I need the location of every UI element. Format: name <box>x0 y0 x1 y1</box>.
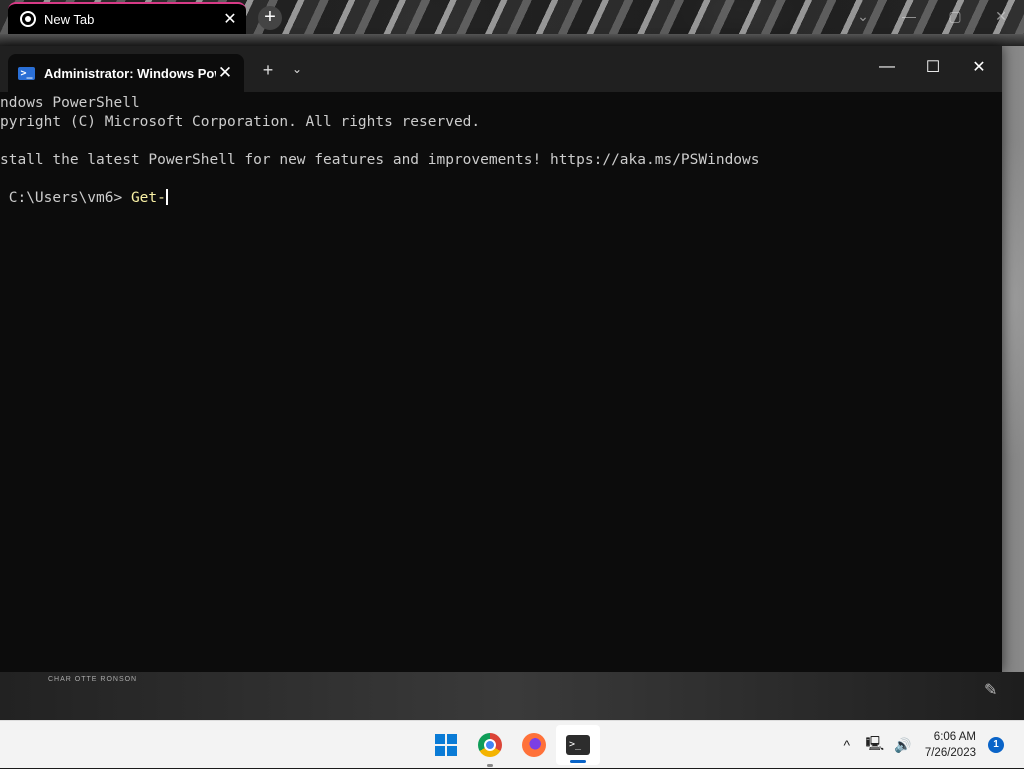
browser-window-controls: ⌄ — ▢ ✕ <box>840 0 1024 32</box>
chrome-icon <box>478 733 502 757</box>
terminal-titlebar[interactable]: >_ Administrator: Windows PowerShell ✕ +… <box>0 46 1002 92</box>
terminal-window-controls: — ☐ ✕ <box>864 46 1002 88</box>
minimize-button[interactable]: — <box>864 46 910 88</box>
taskbar-firefox[interactable] <box>512 721 556 769</box>
terminal-tab-title: Administrator: Windows PowerShell <box>44 65 216 81</box>
running-indicator <box>487 764 493 767</box>
active-indicator <box>570 760 586 763</box>
taskbar-chrome[interactable] <box>468 721 512 769</box>
network-icon[interactable]: 🖳 <box>861 733 889 757</box>
clock[interactable]: 6:06 AM 7/26/2023 <box>925 729 976 761</box>
clock-time: 6:06 AM <box>933 731 976 743</box>
taskbar: >_ ^ 🖳 🔊 6:06 AM 7/26/2023 1 <box>0 720 1024 768</box>
maximize-button[interactable]: ☐ <box>910 46 956 88</box>
taskbar-apps: >_ <box>424 721 600 769</box>
terminal-tab-powershell[interactable]: >_ Administrator: Windows PowerShell ✕ <box>8 54 244 92</box>
command-input[interactable]: Get- <box>131 190 166 206</box>
browser-minimize-button[interactable]: — <box>886 0 932 32</box>
browser-toolbar <box>0 34 1024 46</box>
start-button[interactable] <box>424 721 468 769</box>
system-tray: ^ 🖳 🔊 6:06 AM 7/26/2023 1 <box>833 721 1024 769</box>
powershell-icon: >_ <box>18 66 35 80</box>
prompt-path: C:\Users\vm6> <box>0 190 131 206</box>
output-line: ndows PowerShell <box>0 95 140 111</box>
chevron-up-icon[interactable]: ^ <box>833 737 861 753</box>
chevron-down-icon[interactable]: ⌄ <box>288 62 306 76</box>
terminal-icon: >_ <box>566 735 590 755</box>
close-icon[interactable]: ✕ <box>222 9 238 29</box>
close-button[interactable]: ✕ <box>956 46 1002 88</box>
output-line: stall the latest PowerShell for new feat… <box>0 152 760 168</box>
browser-tab-title: New Tab <box>44 11 95 27</box>
browser-new-tab-button[interactable]: + <box>258 6 282 30</box>
notification-badge[interactable]: 1 <box>988 737 1004 753</box>
browser-close-button[interactable]: ✕ <box>978 0 1024 32</box>
terminal-new-tab-button[interactable]: + <box>258 60 278 81</box>
terminal-output[interactable]: ndows PowerShell pyright (C) Microsoft C… <box>0 92 1002 672</box>
browser-dropdown-icon[interactable]: ⌄ <box>840 0 886 32</box>
browser-restore-button[interactable]: ▢ <box>932 0 978 32</box>
firefox-icon <box>522 733 546 757</box>
windows-logo-icon <box>435 734 457 756</box>
taskbar-terminal[interactable]: >_ <box>556 725 600 765</box>
terminal-window: >_ Administrator: Windows PowerShell ✕ +… <box>0 46 1002 672</box>
chrome-icon <box>20 11 36 27</box>
desktop-background-strip <box>0 672 1024 720</box>
text-cursor <box>165 189 168 205</box>
close-icon[interactable]: ✕ <box>216 63 234 83</box>
output-line: pyright (C) Microsoft Corporation. All r… <box>0 114 481 130</box>
volume-icon[interactable]: 🔊 <box>889 737 917 754</box>
wallpaper-caption: CHAR OTTE RONSON <box>48 676 138 683</box>
browser-tab-new-tab[interactable]: New Tab ✕ <box>8 2 246 34</box>
prompt-line[interactable]: C:\Users\vm6> Get- <box>0 189 1002 208</box>
clock-date: 7/26/2023 <box>924 747 976 759</box>
pencil-icon[interactable]: ✎ <box>984 680 997 700</box>
